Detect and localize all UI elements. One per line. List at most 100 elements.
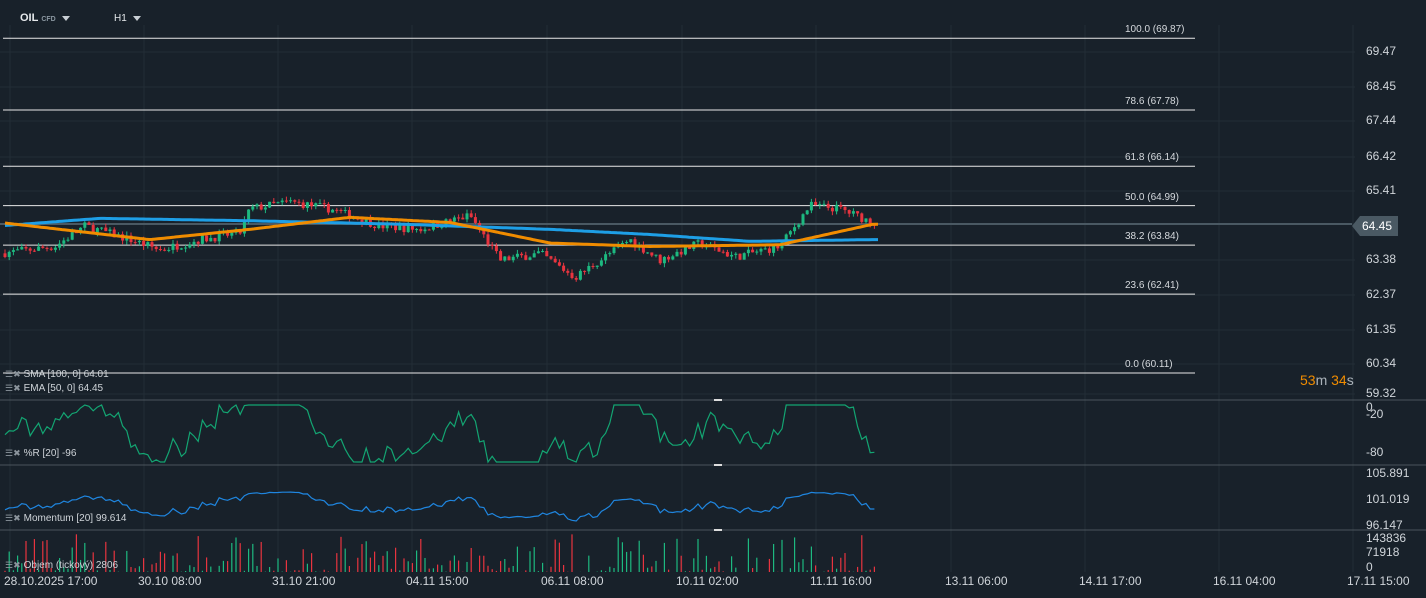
fib-level-label: 100.0 (69.87) bbox=[1125, 24, 1185, 36]
candle-body bbox=[507, 256, 511, 261]
candle-body bbox=[452, 217, 456, 222]
candle-body bbox=[629, 239, 633, 243]
candle-body bbox=[587, 265, 591, 272]
candle-body bbox=[7, 251, 11, 258]
candle-body bbox=[826, 203, 830, 208]
candle-body bbox=[318, 203, 322, 205]
timeframe-label: H1 bbox=[114, 13, 127, 24]
candle-body bbox=[511, 256, 515, 261]
candle-body bbox=[717, 247, 721, 252]
time-axis-label: 13.11 06:00 bbox=[945, 574, 1008, 588]
pct-r-line bbox=[4, 403, 875, 464]
chevron-down-icon bbox=[61, 15, 70, 21]
candle-body bbox=[801, 214, 805, 225]
time-axis-label: 30.10 08:00 bbox=[138, 574, 202, 588]
symbol-selector[interactable]: OIL CFD bbox=[20, 12, 70, 24]
candle-body bbox=[268, 201, 272, 208]
fib-level-label: 78.6 (67.78) bbox=[1125, 95, 1179, 107]
candle-body bbox=[797, 224, 801, 228]
sma-legend-label: SMA [100, 0] 64.01 bbox=[23, 369, 109, 380]
candle-body bbox=[658, 254, 662, 264]
time-axis-label: 06.11 08:00 bbox=[541, 574, 604, 588]
candle-body bbox=[457, 217, 461, 219]
candle-body bbox=[373, 226, 377, 229]
candle-body bbox=[465, 213, 469, 220]
panel-resize-handle bbox=[714, 529, 722, 531]
candle-body bbox=[297, 201, 301, 203]
time-axis-label: 17.11 15:00 bbox=[1347, 574, 1410, 588]
candle-body bbox=[515, 253, 519, 257]
legend-sma[interactable]: ☰✖ SMA [100, 0] 64.01 bbox=[5, 369, 109, 380]
candle-body bbox=[150, 242, 154, 247]
volume-legend-label: Objem (tickový) 2806 bbox=[23, 560, 119, 571]
candle-body bbox=[209, 237, 213, 242]
candle-body bbox=[499, 251, 503, 261]
candle-body bbox=[721, 251, 725, 253]
candle-body bbox=[835, 204, 839, 212]
time-axis-label: 31.10 21:00 bbox=[272, 574, 336, 588]
legend-ema[interactable]: ☰✖ EMA [50, 0] 64.45 bbox=[5, 383, 103, 394]
pct-r-axis-1: -20 bbox=[1366, 407, 1384, 421]
candle-body bbox=[331, 209, 335, 213]
candle-body bbox=[91, 224, 95, 233]
candle-body bbox=[28, 248, 32, 251]
candle-body bbox=[856, 211, 860, 214]
volume-axis-1: 71918 bbox=[1366, 545, 1400, 559]
momentum-axis-1: 101.019 bbox=[1366, 492, 1410, 506]
time-axis-label: 14.11 17:00 bbox=[1079, 574, 1142, 588]
price-axis-label: 62.37 bbox=[1366, 287, 1397, 301]
candle-body bbox=[280, 200, 284, 203]
fib-level-label: 38.2 (63.84) bbox=[1125, 231, 1179, 243]
legend-pct-r[interactable]: ☰✖ %R [20] -96 bbox=[5, 448, 76, 459]
candle-body bbox=[574, 277, 578, 280]
legend-volume[interactable]: ☰✖ Objem (tickový) 2806 bbox=[5, 560, 118, 571]
candle-body bbox=[788, 231, 792, 235]
time-axis-label: 10.11 02:00 bbox=[676, 574, 739, 588]
symbol-name: OIL bbox=[20, 12, 39, 24]
candle-body bbox=[11, 250, 15, 252]
candle-body bbox=[469, 213, 473, 218]
candle-body bbox=[179, 248, 183, 250]
candle-body bbox=[58, 243, 62, 248]
candle-countdown: 53m 34s bbox=[1300, 372, 1354, 388]
candle-body bbox=[24, 246, 28, 249]
candle-body bbox=[146, 242, 150, 246]
settings-icon[interactable]: ☰✖ bbox=[5, 383, 21, 394]
candle-body bbox=[532, 253, 536, 258]
price-axis-label: 63.38 bbox=[1366, 252, 1397, 266]
candle-body bbox=[805, 210, 809, 215]
price-axis-label: 68.45 bbox=[1366, 79, 1397, 93]
trading-chart[interactable]: OIL CFD H1 100.0 (69.87) 78.6 (67.78) 61.8 … bbox=[0, 0, 1426, 598]
candle-body bbox=[154, 246, 158, 250]
momentum-line bbox=[4, 491, 875, 522]
candle-body bbox=[263, 207, 267, 210]
volume-axis-0: 143836 bbox=[1366, 531, 1407, 545]
candle-body bbox=[32, 250, 36, 252]
candle-body bbox=[200, 235, 204, 244]
candle-body bbox=[583, 270, 587, 272]
candle-body bbox=[595, 265, 599, 267]
candle-body bbox=[335, 209, 339, 211]
minutes-unit: m bbox=[1315, 372, 1328, 388]
settings-icon[interactable]: ☰✖ bbox=[5, 560, 21, 571]
candle-body bbox=[419, 229, 423, 232]
candle-body bbox=[104, 227, 108, 232]
candle-body bbox=[809, 201, 813, 211]
candle-body bbox=[37, 246, 41, 251]
settings-icon[interactable]: ☰✖ bbox=[5, 448, 21, 459]
candle-body bbox=[167, 249, 171, 251]
chart-canvas[interactable] bbox=[0, 0, 1426, 598]
candle-body bbox=[394, 225, 398, 231]
settings-icon[interactable]: ☰✖ bbox=[5, 513, 21, 524]
candle-body bbox=[675, 251, 679, 257]
candle-body bbox=[289, 200, 293, 202]
legend-momentum[interactable]: ☰✖ Momentum [20] 99.614 bbox=[5, 513, 126, 524]
timeframe-selector[interactable]: H1 bbox=[114, 13, 141, 24]
candle-body bbox=[305, 202, 309, 208]
settings-icon[interactable]: ☰✖ bbox=[5, 369, 21, 380]
fib-level-label: 0.0 (60.11) bbox=[1125, 359, 1173, 371]
candle-body bbox=[41, 246, 45, 248]
candle-body bbox=[70, 232, 74, 240]
price-axis-label: 69.47 bbox=[1366, 44, 1397, 58]
time-axis-label: 04.11 15:00 bbox=[406, 574, 469, 588]
